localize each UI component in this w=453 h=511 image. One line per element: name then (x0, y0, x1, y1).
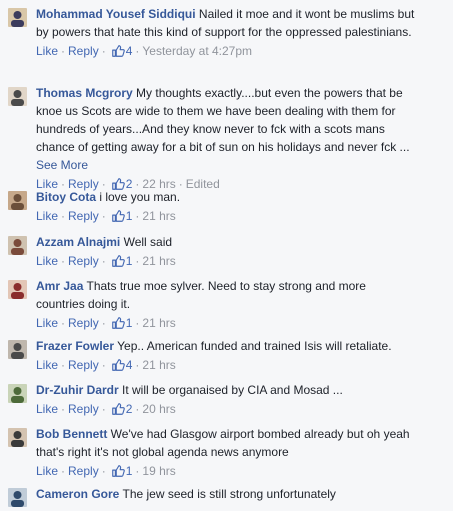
separator-dot: · (101, 44, 106, 58)
separator-dot: · (61, 402, 66, 416)
comment-text: Well said (123, 235, 173, 249)
avatar[interactable] (8, 428, 27, 447)
reply-link[interactable]: Reply (68, 44, 99, 58)
separator-dot: · (135, 316, 140, 330)
reply-link[interactable]: Reply (68, 209, 99, 223)
timestamp[interactable]: 19 hrs (142, 464, 175, 478)
comment-thread: Mohammad Yousef Siddiqui Nailed it moe a… (0, 0, 453, 511)
avatar[interactable] (8, 191, 27, 210)
timestamp[interactable]: 20 hrs (142, 402, 175, 416)
comment-actions: Like · Reply · 2 · 20 hrs (36, 401, 417, 417)
comment-actions: Like · Reply · 1 · 21 hrs (36, 253, 417, 269)
avatar[interactable] (8, 384, 27, 403)
avatar[interactable] (8, 340, 27, 359)
like-link[interactable]: Like (36, 358, 58, 372)
timestamp[interactable]: 21 hrs (142, 254, 175, 268)
commenter-name[interactable]: Thomas Mcgrory (36, 86, 133, 100)
comment-text: The jew seed is still strong unfortunate… (122, 487, 336, 501)
avatar[interactable] (8, 488, 27, 507)
avatar[interactable] (8, 8, 27, 27)
comment-body: Azzam Alnajmi Well said Like · Reply · 1 · 21 h… (36, 233, 417, 269)
reply-link[interactable]: Reply (68, 358, 99, 372)
comment-text: Yep.. American funded and trained Isis w… (117, 339, 392, 353)
separator-dot: · (61, 464, 66, 478)
comment-actions: Like · Reply · 1 · 21 hrs (36, 315, 417, 331)
thumbs-up-icon[interactable] (111, 464, 125, 478)
like-link[interactable]: Like (36, 209, 58, 223)
comment-text: It will be organaised by CIA and Mosad .… (122, 383, 343, 397)
comment-body: Amr Jaa Thats true moe sylver. Need to s… (36, 277, 417, 331)
like-link[interactable]: Like (36, 316, 58, 330)
separator-dot: · (61, 358, 66, 372)
separator-dot: · (101, 209, 106, 223)
separator-dot: · (101, 402, 106, 416)
thumbs-up-icon[interactable] (111, 209, 125, 223)
comment-body: Cameron Gore The jew seed is still stron… (36, 485, 417, 503)
avatar[interactable] (8, 280, 27, 299)
comment-body: Thomas Mcgrory My thoughts exactly....bu… (36, 84, 417, 192)
commenter-name[interactable]: Amr Jaa (36, 279, 83, 293)
separator-dot: · (101, 358, 106, 372)
avatar[interactable] (8, 87, 27, 106)
commenter-name[interactable]: Frazer Fowler (36, 339, 114, 353)
comment-actions: Like · Reply · 4 · 21 hrs (36, 357, 417, 373)
thumbs-up-icon[interactable] (111, 358, 125, 372)
timestamp[interactable]: Yesterday at 4:27pm (142, 44, 252, 58)
commenter-name[interactable]: Cameron Gore (36, 487, 119, 501)
comment-actions: Like · Reply · 4 · Yesterday at 4:27pm (36, 43, 417, 59)
like-link[interactable]: Like (36, 402, 58, 416)
reply-link[interactable]: Reply (68, 464, 99, 478)
separator-dot: · (61, 209, 66, 223)
thumbs-up-icon[interactable] (111, 402, 125, 416)
like-link[interactable]: Like (36, 464, 58, 478)
commenter-name[interactable]: Bitoy Cota (36, 190, 96, 204)
commenter-name[interactable]: Bob Bennett (36, 427, 107, 441)
comment-body: Bitoy Cota i love you man. Like · Reply · 1 · 2… (36, 188, 417, 224)
commenter-name[interactable]: Dr-Zuhir Dardr (36, 383, 119, 397)
comment-text: i love you man. (99, 190, 181, 204)
comment-body: Bob Bennett We've had Glasgow airport bo… (36, 425, 417, 479)
reply-link[interactable]: Reply (68, 316, 99, 330)
separator-dot: · (61, 254, 66, 268)
thumbs-up-icon[interactable] (111, 316, 125, 330)
separator-dot: · (135, 44, 140, 58)
thumbs-up-icon[interactable] (111, 254, 125, 268)
separator-dot: · (101, 464, 106, 478)
reply-link[interactable]: Reply (68, 254, 99, 268)
separator-dot: · (61, 316, 66, 330)
separator-dot: · (135, 254, 140, 268)
reply-link[interactable]: Reply (68, 402, 99, 416)
separator-dot: · (61, 44, 66, 58)
timestamp[interactable]: 21 hrs (142, 209, 175, 223)
like-link[interactable]: Like (36, 44, 58, 58)
commenter-name[interactable]: Azzam Alnajmi (36, 235, 120, 249)
like-link[interactable]: Like (36, 254, 58, 268)
separator-dot: · (135, 358, 140, 372)
comment-actions: Like · Reply · 1 · 21 hrs (36, 208, 417, 224)
see-more-link[interactable]: See More (36, 158, 88, 172)
timestamp[interactable]: 21 hrs (142, 316, 175, 330)
timestamp[interactable]: 21 hrs (142, 358, 175, 372)
commenter-name[interactable]: Mohammad Yousef Siddiqui (36, 7, 196, 21)
separator-dot: · (135, 464, 140, 478)
comment-body: Frazer Fowler Yep.. American funded and … (36, 337, 417, 373)
avatar[interactable] (8, 236, 27, 255)
comment-text: Thats true moe sylver. Need to stay stro… (36, 279, 366, 311)
comment-body: Mohammad Yousef Siddiqui Nailed it moe a… (36, 5, 417, 59)
separator-dot: · (135, 402, 140, 416)
separator-dot: · (101, 254, 106, 268)
thumbs-up-icon[interactable] (111, 44, 125, 58)
separator-dot: · (135, 209, 140, 223)
separator-dot: · (101, 316, 106, 330)
comment-actions: Like · Reply · 1 · 19 hrs (36, 463, 417, 479)
comment-body: Dr-Zuhir Dardr It will be organaised by … (36, 381, 417, 417)
